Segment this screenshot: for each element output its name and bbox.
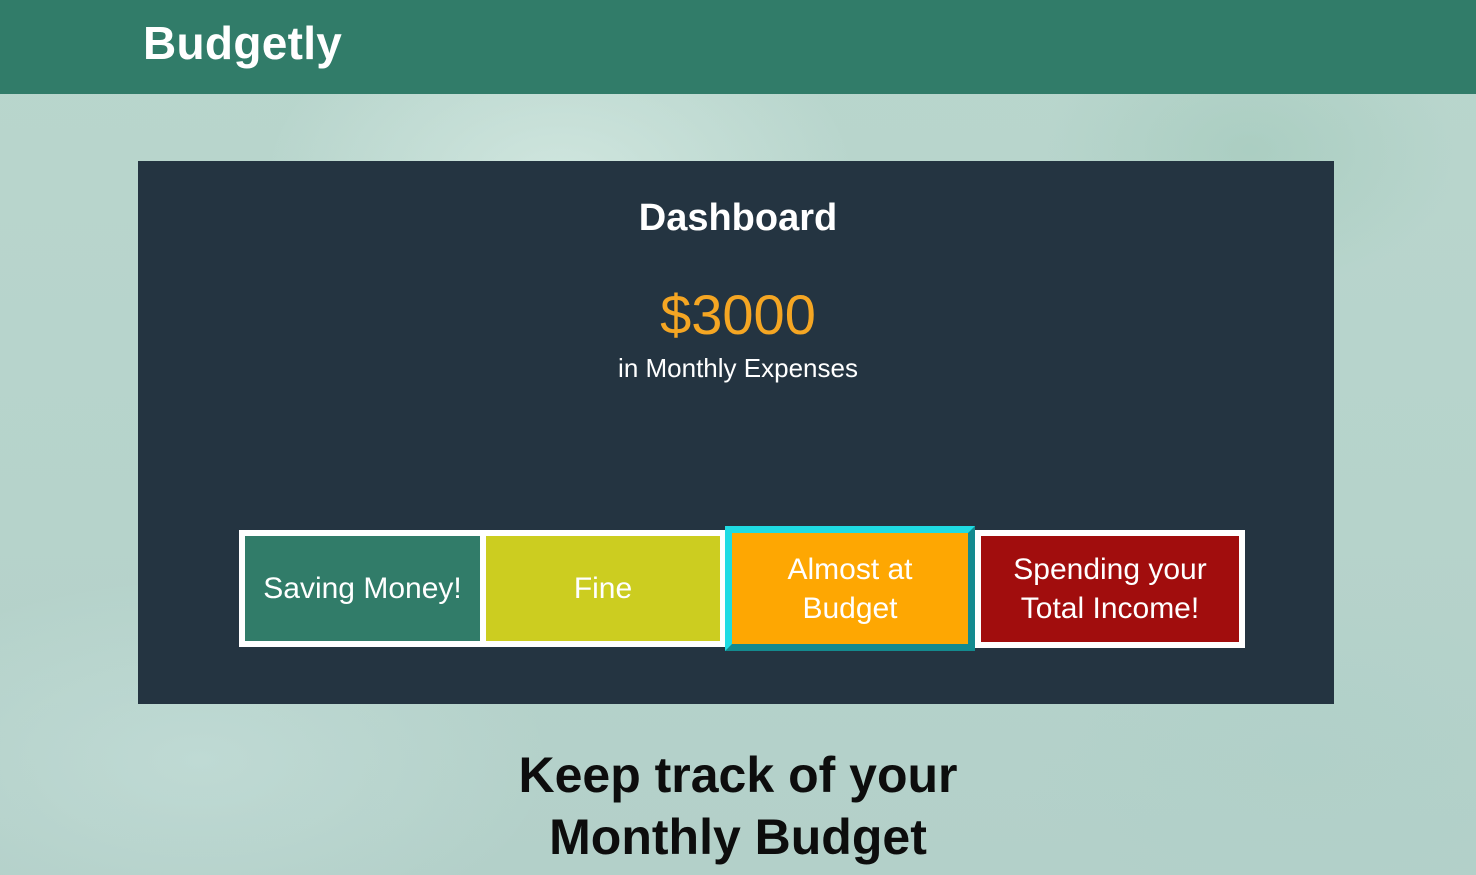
status-label-line2: Total Income!: [1020, 592, 1200, 625]
status-label-line1: Spending your: [1013, 553, 1207, 586]
status-label-line2: Budget: [802, 591, 898, 625]
status-label: Saving Money!: [263, 572, 462, 605]
status-fine[interactable]: Fine: [483, 530, 726, 647]
tagline-line1: Keep track of your: [518, 747, 958, 803]
tagline-heading: Keep track of your Monthly Budget: [0, 744, 1476, 868]
status-almost-at-budget[interactable]: Almost at Budget: [725, 526, 975, 651]
dashboard-title: Dashboard: [638, 197, 838, 239]
status-spending-total-income[interactable]: Spending your Total Income!: [975, 530, 1245, 648]
navbar: Budgetly: [0, 0, 1476, 94]
expense-amount: $3000: [660, 283, 816, 346]
tagline-line2: Monthly Budget: [549, 809, 927, 865]
status-saving-money[interactable]: Saving Money!: [239, 530, 483, 647]
brand-logo[interactable]: Budgetly: [143, 17, 342, 69]
status-label-line1: Almost at: [787, 552, 913, 586]
expense-caption: in Monthly Expenses: [618, 353, 858, 383]
status-label: Fine: [573, 572, 633, 605]
